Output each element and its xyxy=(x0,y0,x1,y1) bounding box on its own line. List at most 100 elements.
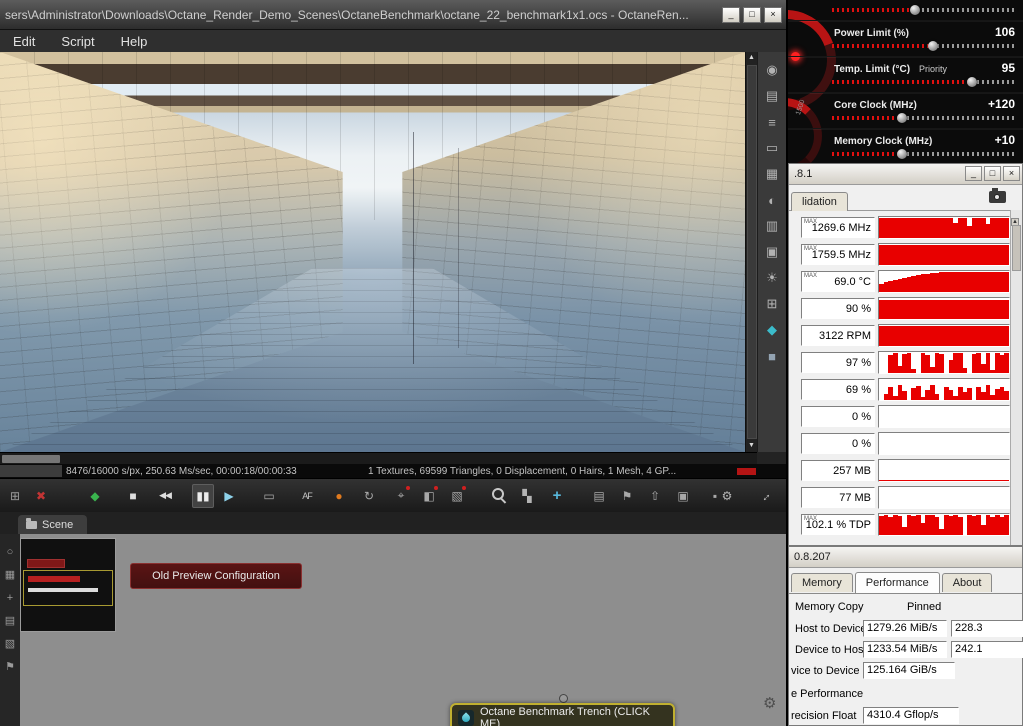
oc-slider-track[interactable] xyxy=(832,76,1016,88)
octane-material-icon[interactable]: ◆ xyxy=(760,317,784,343)
menu-script[interactable]: Script xyxy=(48,34,107,49)
picture-node-icon[interactable]: ▣ xyxy=(760,239,784,265)
node-editor-toolbar: ○ ▦ + ▤ ▧ ⚑ xyxy=(0,534,20,726)
film-region-icon[interactable]: ▚ xyxy=(516,484,538,508)
focus-picker-icon[interactable]: ⌖ xyxy=(390,484,412,508)
scroll-up-icon[interactable]: ▲ xyxy=(748,52,755,64)
render-passes-icon[interactable]: ▣ xyxy=(672,484,694,508)
oc-slider-track[interactable] xyxy=(832,148,1016,160)
ne-group-icon[interactable]: ▧ xyxy=(1,632,19,655)
sensor-graph xyxy=(878,378,1010,401)
render-viewport[interactable]: ▲ ▼ xyxy=(0,52,757,452)
ne-move-icon[interactable]: + xyxy=(1,586,19,609)
stop-render-icon[interactable]: ■ xyxy=(122,484,144,508)
menu-help[interactable]: Help xyxy=(108,34,161,49)
oc-slider-knob[interactable] xyxy=(896,113,907,123)
material-picker-icon[interactable]: ▧ xyxy=(446,484,468,508)
display-node-icon[interactable]: ▭ xyxy=(760,135,784,161)
octane-titlebar[interactable]: sers\Administrator\Downloads\Octane_Rend… xyxy=(0,0,786,30)
screenshot-camera-icon[interactable] xyxy=(989,188,1006,203)
scroll-down-icon[interactable]: ▼ xyxy=(748,440,755,452)
imager-node-icon[interactable]: ◐ xyxy=(760,187,784,213)
play-render-icon[interactable]: ▶ xyxy=(218,484,240,508)
device-to-host-value: 1233.54 MiB/s xyxy=(863,641,947,658)
octane-logo-icon[interactable]: ◆ xyxy=(84,484,106,508)
export-render-icon[interactable]: ⇧ xyxy=(644,484,666,508)
viewport-layout-icon[interactable]: ⊞ xyxy=(4,484,26,508)
tab-scene[interactable]: Scene xyxy=(18,515,88,534)
octane-drop-icon xyxy=(458,710,474,726)
viewport-vertical-scrollbar[interactable]: ▲ ▼ xyxy=(745,52,757,452)
gpuz-titlebar[interactable]: .8.1 _ □ × xyxy=(789,164,1022,185)
copy-render-icon[interactable]: ▤ xyxy=(588,484,610,508)
film-settings-icon[interactable]: ▦ xyxy=(760,161,784,187)
oc-slider-row: Temp. Limit (°C) Priority 95 xyxy=(788,56,1023,88)
fullscreen-toggle-icon[interactable]: ↔ xyxy=(749,480,782,513)
geometry-node-icon[interactable]: ■ xyxy=(760,343,784,369)
node-connector-dot[interactable] xyxy=(559,694,568,703)
sensor-value: 77 MB xyxy=(801,487,875,508)
pause-render-icon[interactable]: ▮▮ xyxy=(192,483,214,508)
minimap-node xyxy=(28,588,98,592)
material-ball-icon[interactable]: ● xyxy=(328,484,350,508)
close-button[interactable]: × xyxy=(764,7,782,23)
sensor-value: 90 % xyxy=(801,298,875,319)
oc-slider-row: Memory Clock (MHz) +10 xyxy=(788,128,1023,160)
ne-grid-icon[interactable]: ▦ xyxy=(1,563,19,586)
zoom-tool-icon[interactable] xyxy=(488,484,510,508)
minimap-node xyxy=(27,559,65,568)
postproc-node-icon[interactable]: ▥ xyxy=(760,213,784,239)
oc-slider-track[interactable] xyxy=(832,4,1016,16)
tab-validation[interactable]: lidation xyxy=(791,192,848,211)
octane-benchmark-trench-node[interactable]: Octane Benchmark Trench (CLICK ME) xyxy=(450,703,675,726)
white-balance-picker-icon[interactable]: ◧ xyxy=(418,484,440,508)
ne-flag-icon[interactable]: ⚑ xyxy=(1,655,19,678)
render-region-icon[interactable]: + xyxy=(546,484,568,508)
old-preview-configuration-node[interactable]: Old Preview Configuration xyxy=(130,563,302,589)
menu-edit[interactable]: Edit xyxy=(0,34,48,49)
oc-slider-row xyxy=(788,0,1023,16)
bench-titlebar[interactable]: 0.8.207 xyxy=(789,547,1022,568)
oc-slider-knob[interactable] xyxy=(966,77,977,87)
oc-slider-track[interactable] xyxy=(832,40,1016,52)
scene-tab-strip: Scene xyxy=(0,512,786,534)
save-render-icon[interactable]: ⚑ xyxy=(616,484,638,508)
ne-zoom-icon[interactable]: ○ xyxy=(1,540,19,563)
scrollbar-thumb[interactable] xyxy=(746,65,757,439)
render-settings-wrench-icon[interactable]: ⚙ xyxy=(716,484,738,508)
node-editor-wrench-icon[interactable]: ⚙ xyxy=(763,694,776,712)
restart-render-icon[interactable]: ◀◀ xyxy=(154,484,176,508)
render-target-icon[interactable]: ◉ xyxy=(760,57,784,83)
af-filter-icon[interactable]: AF xyxy=(296,484,318,508)
oc-slider-knob[interactable] xyxy=(909,5,920,15)
copy-node-icon[interactable]: ▤ xyxy=(760,83,784,109)
minimize-button[interactable]: _ xyxy=(965,166,982,181)
close-button[interactable]: × xyxy=(1003,166,1020,181)
bench-tab-about[interactable]: About xyxy=(941,573,993,592)
abort-render-icon[interactable]: ✖ xyxy=(30,484,52,508)
sensor-graph xyxy=(878,216,1010,239)
node-outline-icon[interactable]: ≡ xyxy=(760,109,784,135)
minimize-button[interactable]: _ xyxy=(722,7,740,23)
daylight-node-icon[interactable]: ☀ xyxy=(760,265,784,291)
scrollbar-thumb[interactable] xyxy=(2,455,60,463)
node-graph-editor[interactable]: ○ ▦ + ▤ ▧ ⚑ Old Preview Configuration Octane … xyxy=(0,534,786,726)
maximize-button[interactable]: □ xyxy=(743,7,761,23)
scrollbar-thumb[interactable] xyxy=(1012,225,1021,271)
oc-slider-track[interactable] xyxy=(832,112,1016,124)
oc-slider-knob[interactable] xyxy=(896,149,907,159)
node-graph-minimap[interactable] xyxy=(20,538,116,632)
gpuz-scrollbar[interactable]: ▲ xyxy=(1010,210,1022,545)
sensor-graph xyxy=(878,297,1010,320)
render-display-icon[interactable]: ▭ xyxy=(258,484,280,508)
restore-button[interactable]: □ xyxy=(984,166,1001,181)
environment-node-icon[interactable]: ⊞ xyxy=(760,291,784,317)
bench-tab-memory[interactable]: Memory xyxy=(791,573,853,592)
ne-layers-icon[interactable]: ▤ xyxy=(1,609,19,632)
scene-edge-line xyxy=(458,148,460,348)
rendered-scene[interactable] xyxy=(0,52,745,452)
oc-slider-knob[interactable] xyxy=(928,41,939,51)
camera-orbit-icon[interactable]: ↻ xyxy=(358,484,380,508)
bench-tab-performance[interactable]: Performance xyxy=(854,572,940,593)
minimap-selection-box xyxy=(23,570,113,606)
